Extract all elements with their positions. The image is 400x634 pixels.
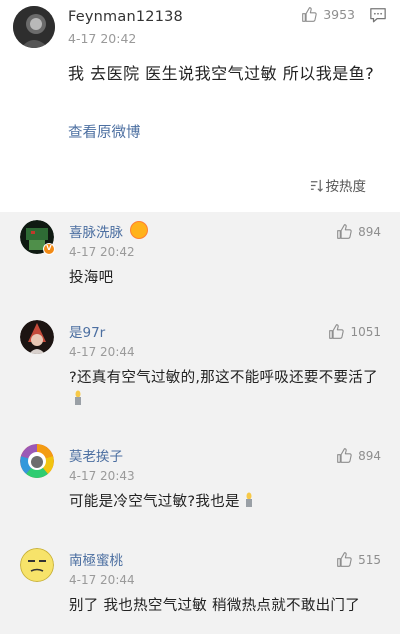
main-post: Feynman12138 4-17 20:42 3953 我 去医院 医生说我空… [0, 0, 400, 212]
post-body-text: 我 去医院 医生说我空气过敏 所以我是鱼? [68, 64, 375, 83]
commenter-name[interactable]: 是97r [69, 321, 105, 341]
comment-icon [370, 8, 386, 23]
comment-time: 4-17 20:42 [69, 245, 135, 259]
thumbs-up-icon [337, 552, 352, 567]
comment-text: ?还真有空气过敏的,那这不能呼吸还要不要活了 [69, 367, 389, 411]
sort-by-hot-button[interactable]: 按热度 [310, 175, 367, 195]
comment-like-count: 894 [358, 224, 381, 239]
comment-time: 4-17 20:44 [69, 345, 135, 359]
commenter-avatar[interactable] [20, 444, 54, 478]
thumbs-up-icon [337, 224, 352, 239]
comment-time: 4-17 20:44 [69, 573, 135, 587]
sort-label: 按热度 [325, 179, 367, 195]
medal-icon [130, 221, 148, 239]
candle-emoji-icon [245, 492, 252, 507]
commenter-avatar[interactable] [20, 548, 54, 582]
comment-text-content: ?还真有空气过敏的,那这不能呼吸还要不要活了 [69, 370, 378, 386]
comment-text: 可能是冷空气过敏?我也是 [69, 491, 389, 513]
comment-like-count: 894 [358, 448, 381, 463]
comment-like-count: 1051 [350, 324, 381, 339]
verified-badge: V [43, 243, 55, 255]
thumbs-up-icon [302, 7, 317, 22]
thumbs-up-icon [337, 448, 352, 463]
commenter-name[interactable]: 莫老挨子 [69, 445, 123, 465]
comment-item: V 喜脉洗脉 4-17 20:42 894 投海吧 [0, 212, 400, 308]
commenter-name[interactable]: 南極蜜桃 [69, 549, 123, 569]
comments-list: V 喜脉洗脉 4-17 20:42 894 投海吧 是97r 4-17 20:4… [0, 212, 400, 634]
comment-like-button[interactable]: 515 [336, 551, 381, 568]
commenter-avatar[interactable] [20, 320, 54, 354]
post-author-name[interactable]: Feynman12138 [68, 9, 183, 25]
post-like-button[interactable]: 3953 [301, 6, 355, 23]
comment-like-button[interactable]: 894 [336, 447, 381, 464]
commenter-avatar[interactable]: V [20, 220, 55, 255]
post-author-avatar[interactable] [13, 6, 55, 48]
thumbs-up-icon [329, 324, 345, 339]
sort-icon [310, 179, 323, 192]
post-like-count: 3953 [323, 7, 355, 22]
comment-text: 投海吧 [69, 270, 114, 286]
commenter-name[interactable]: 喜脉洗脉 [69, 221, 123, 241]
comment-like-button[interactable]: 894 [336, 223, 381, 240]
comment-like-button[interactable]: 1051 [328, 323, 381, 340]
comment-button[interactable] [369, 7, 387, 28]
comment-item: 南極蜜桃 4-17 20:44 515 别了 我也热空气过敏 稍微热点就不敢出门… [0, 540, 400, 634]
comment-text: 别了 我也热空气过敏 稍微热点就不敢出门了 [69, 598, 361, 614]
comment-like-count: 515 [358, 552, 381, 567]
post-time: 4-17 20:42 [68, 31, 137, 46]
candle-emoji-icon [75, 390, 81, 405]
comment-time: 4-17 20:43 [69, 469, 135, 483]
comment-text-content: 可能是冷空气过敏?我也是 [69, 494, 240, 510]
comment-item: 莫老挨子 4-17 20:43 894 可能是冷空气过敏?我也是 [0, 436, 400, 536]
view-original-link[interactable]: 查看原微博 [68, 121, 141, 142]
comment-item: 是97r 4-17 20:44 1051 ?还真有空气过敏的,那这不能呼吸还要不… [0, 312, 400, 432]
